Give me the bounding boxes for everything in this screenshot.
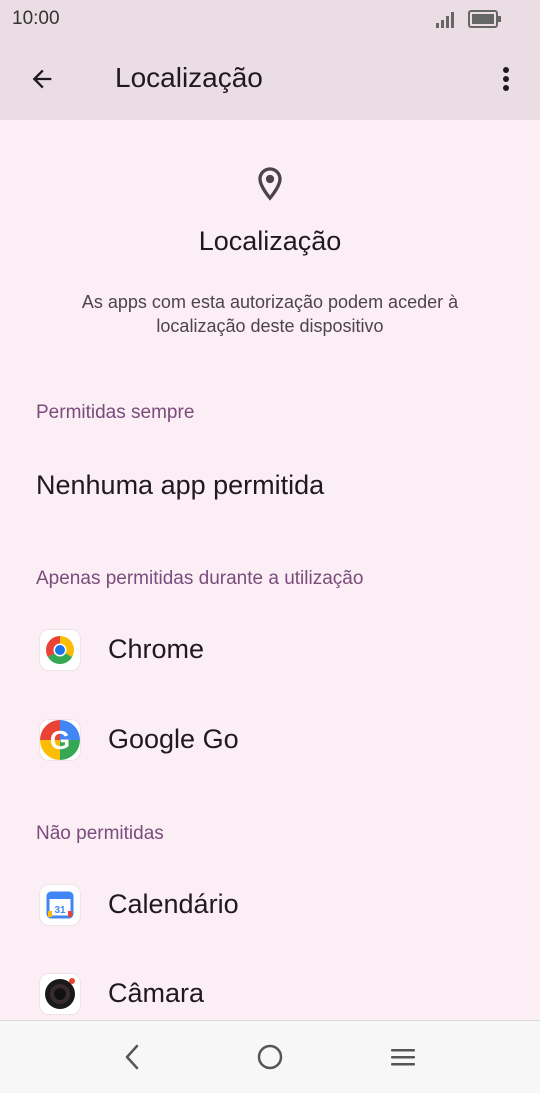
app-item-camera[interactable]: Câmara bbox=[0, 954, 540, 1020]
app-name: Chrome bbox=[108, 634, 205, 664]
google-go-icon: G bbox=[40, 720, 80, 760]
permission-content[interactable]: Localização As apps com esta autorização… bbox=[0, 120, 540, 1020]
nav-back-button[interactable] bbox=[110, 1035, 154, 1079]
app-name: Calendário bbox=[108, 889, 239, 919]
nav-home-icon bbox=[257, 1044, 283, 1070]
svg-text:G: G bbox=[50, 725, 70, 755]
status-icons bbox=[436, 10, 502, 28]
header-description: As apps com esta autorização podem acede… bbox=[81, 292, 459, 336]
location-pin-icon bbox=[258, 167, 282, 201]
navigation-bar bbox=[0, 1020, 540, 1093]
section-always-label: Permitidas sempre bbox=[36, 402, 195, 423]
nav-back-icon bbox=[125, 1044, 139, 1070]
nav-home-button[interactable] bbox=[248, 1035, 292, 1079]
more-vert-icon bbox=[503, 67, 509, 91]
more-options-button[interactable] bbox=[488, 57, 524, 101]
status-bar: 10:00 bbox=[0, 0, 540, 38]
battery-icon bbox=[468, 10, 501, 28]
app-item-chrome[interactable]: Chrome bbox=[0, 610, 540, 690]
signal-icon bbox=[436, 12, 454, 28]
nav-recents-button[interactable] bbox=[381, 1035, 425, 1079]
calendar-icon-day: 31 bbox=[54, 905, 66, 916]
section-denied-label: Não permitidas bbox=[36, 823, 164, 844]
back-button[interactable] bbox=[20, 57, 64, 101]
section-while-using-label: Apenas permitidas durante a utilização bbox=[36, 568, 364, 589]
nav-menu-icon bbox=[391, 1049, 415, 1066]
camera-icon bbox=[40, 974, 80, 1014]
empty-apps-text: Nenhuma app permitida bbox=[36, 470, 325, 500]
header-title: Localização bbox=[198, 226, 342, 256]
chrome-icon bbox=[40, 630, 80, 670]
app-name: Google Go bbox=[108, 724, 239, 754]
status-time: 10:00 bbox=[12, 8, 60, 29]
app-item-calendar[interactable]: 31 Calendário bbox=[0, 865, 540, 945]
app-name: Câmara bbox=[108, 978, 205, 1008]
arrow-back-icon bbox=[32, 69, 52, 89]
app-bar: Localização bbox=[0, 38, 540, 120]
app-item-google-go[interactable]: G Google Go bbox=[0, 700, 540, 780]
calendar-icon: 31 bbox=[40, 885, 80, 925]
page-title: Localização bbox=[115, 62, 263, 93]
